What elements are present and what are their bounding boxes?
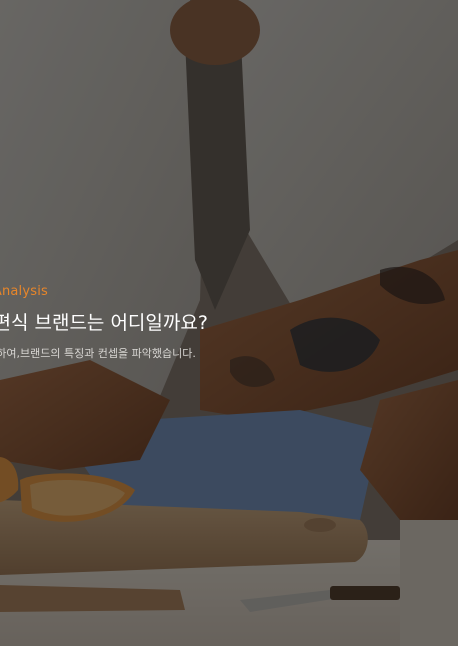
section-text: rs Analysis 간편식 브랜드는 어디일까요? 분석하여,브랜드의 특징… [0, 284, 458, 361]
section-description: 분석하여,브랜드의 특징과 컨셉을 파악했습니다. [0, 347, 196, 360]
section-eyebrow: rs Analysis [0, 284, 49, 299]
section-headline: 간편식 브랜드는 어디일까요? [0, 312, 208, 334]
hero-slide: rs Analysis 간편식 브랜드는 어디일까요? 분석하여,브랜드의 특징… [0, 0, 458, 646]
